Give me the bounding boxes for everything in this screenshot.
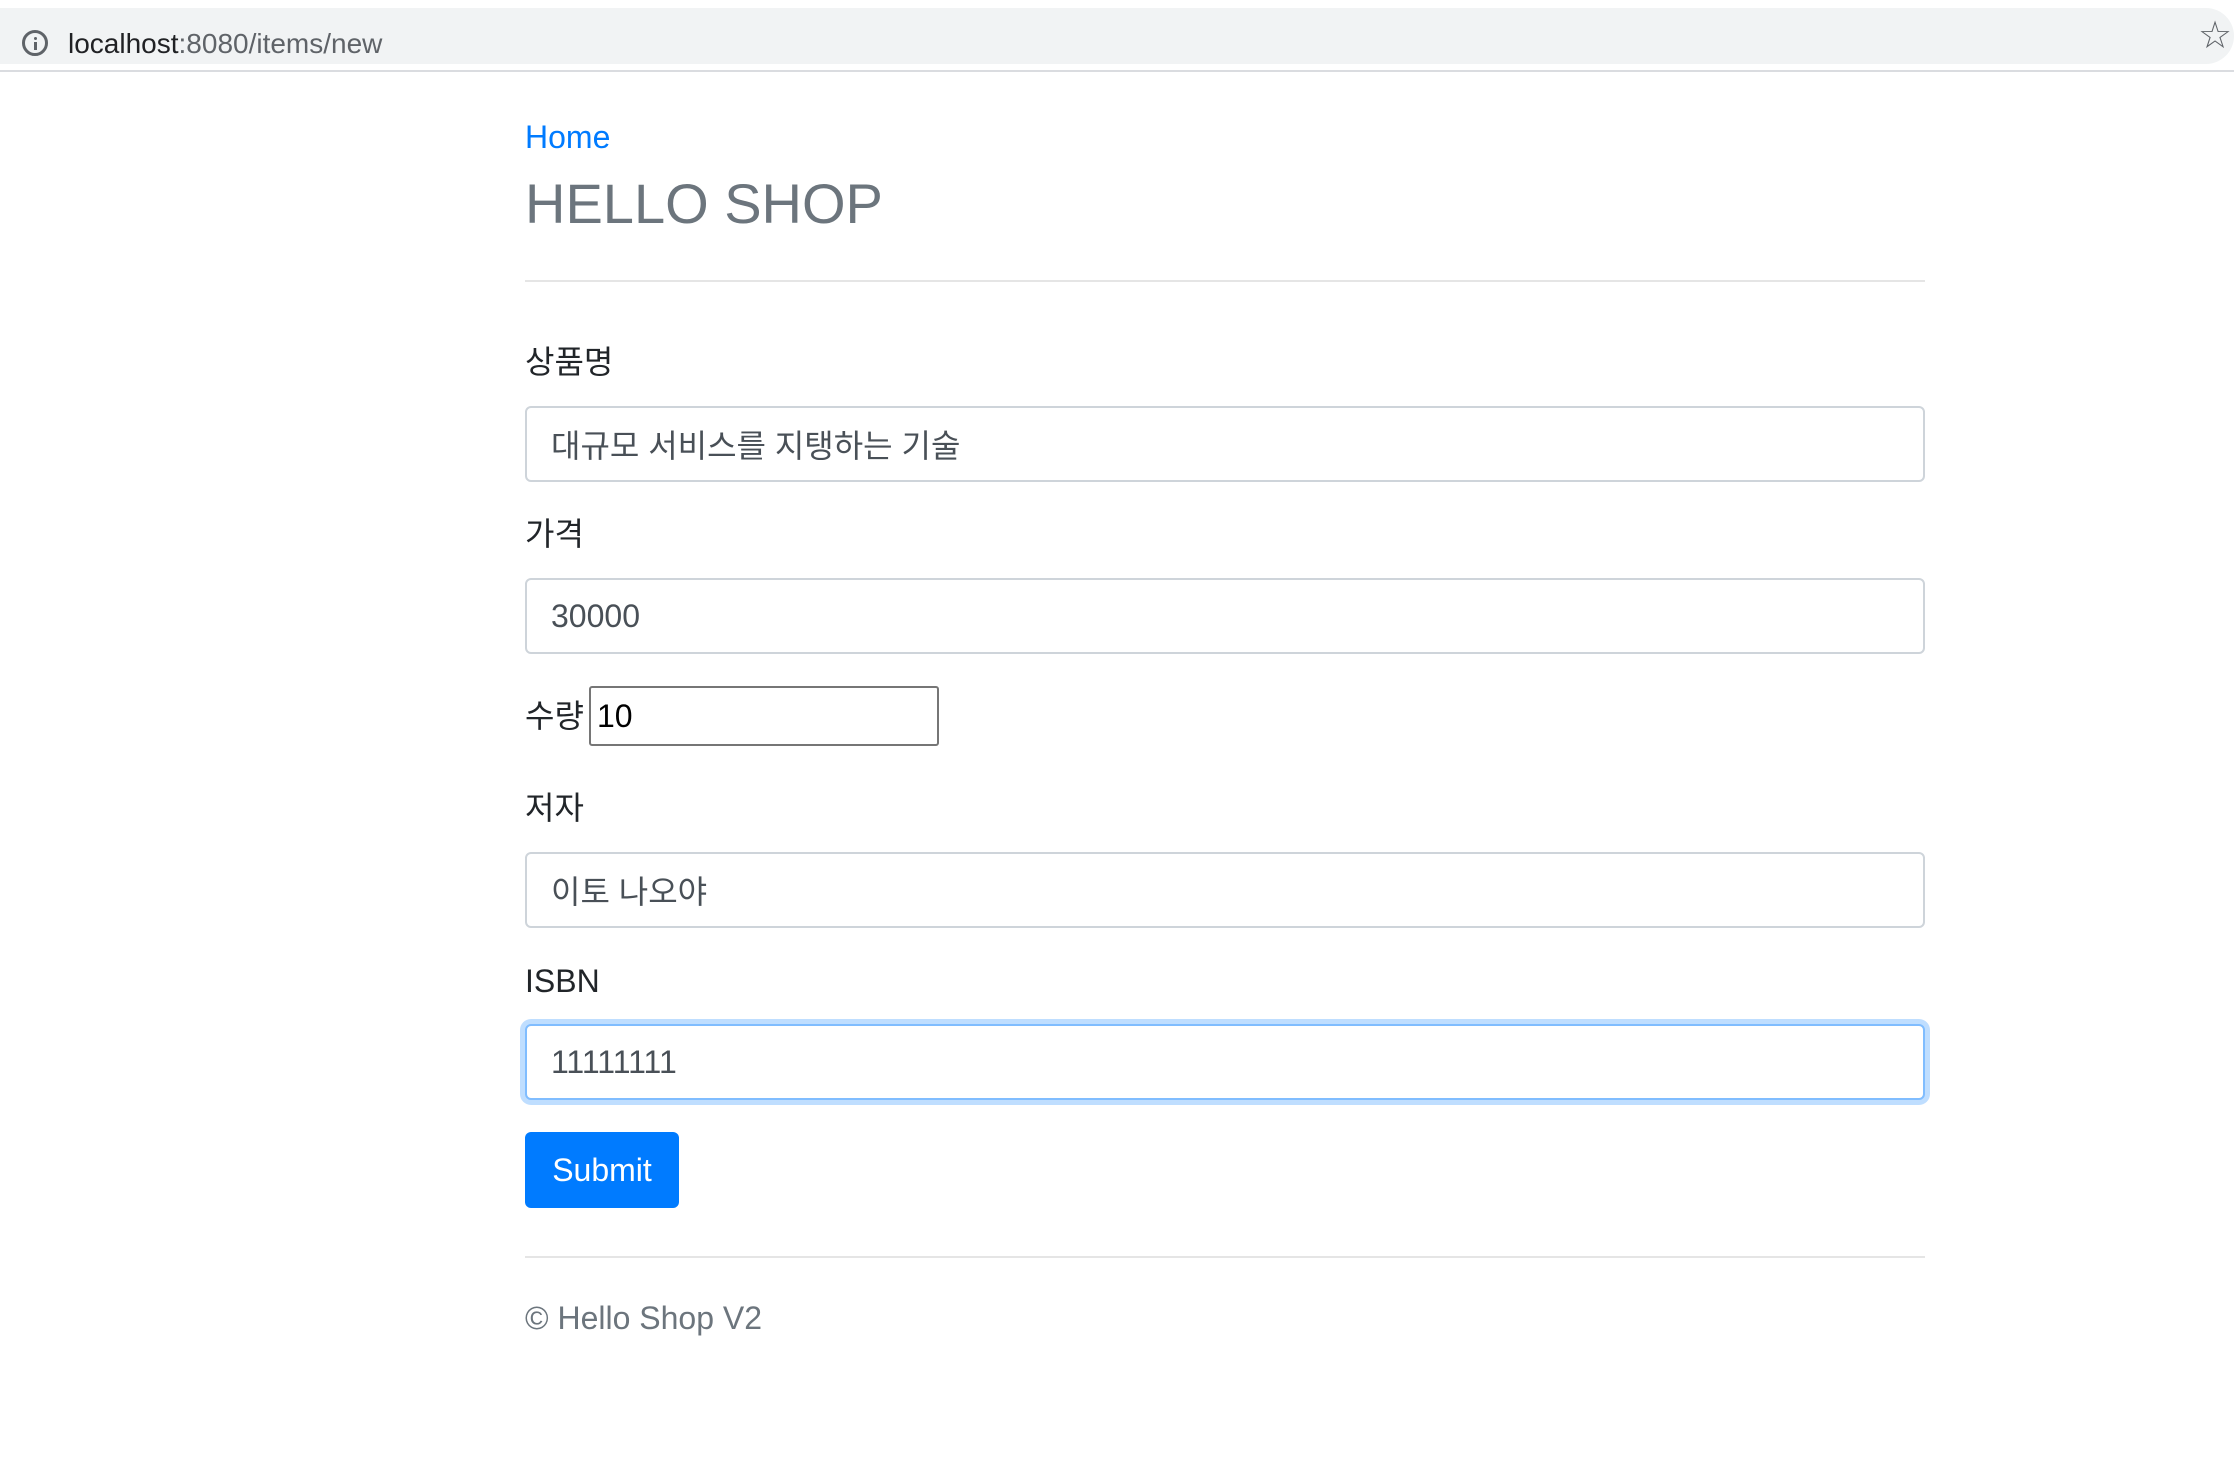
url-path: :8080/items/new bbox=[178, 28, 383, 59]
footer-copyright: © Hello Shop V2 bbox=[525, 1300, 763, 1336]
isbn-input[interactable] bbox=[525, 1024, 1925, 1100]
home-link[interactable]: Home bbox=[525, 117, 610, 157]
price-label: 가격 bbox=[525, 516, 584, 552]
page-title: HELLO SHOP bbox=[525, 172, 883, 235]
info-icon[interactable] bbox=[22, 30, 48, 56]
author-label: 저자 bbox=[525, 790, 584, 826]
author-input[interactable] bbox=[525, 852, 1925, 928]
name-label: 상품명 bbox=[525, 344, 614, 380]
url-text[interactable]: localhost:8080/items/new bbox=[68, 23, 382, 65]
quantity-label: 수량 bbox=[525, 698, 584, 734]
isbn-label: ISBN bbox=[525, 963, 600, 999]
name-input[interactable] bbox=[525, 406, 1925, 482]
price-input[interactable] bbox=[525, 578, 1925, 654]
url-host: localhost bbox=[68, 28, 179, 59]
bookmark-star-icon[interactable]: ☆ bbox=[2198, 12, 2232, 60]
browser-address-bar: localhost:8080/items/new ☆ bbox=[0, 0, 2234, 72]
header-divider bbox=[525, 280, 1925, 282]
url-field[interactable]: localhost:8080/items/new bbox=[0, 8, 2234, 64]
footer-divider bbox=[525, 1256, 1925, 1258]
submit-button[interactable]: Submit bbox=[525, 1132, 679, 1208]
quantity-input[interactable] bbox=[589, 686, 939, 746]
